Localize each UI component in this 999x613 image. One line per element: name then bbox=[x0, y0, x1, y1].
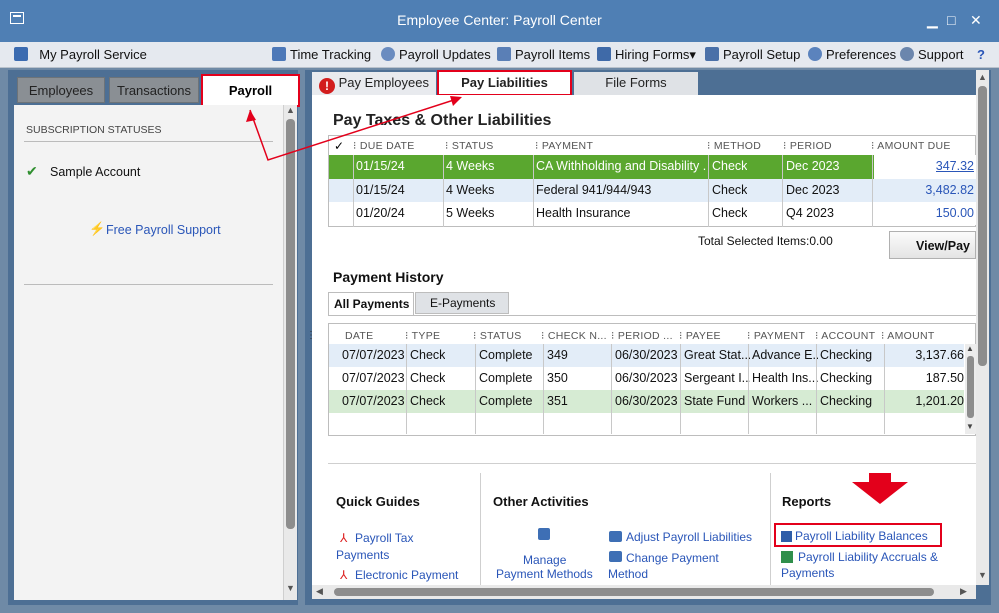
arrowhead-icon bbox=[450, 96, 462, 106]
annotation-arrow bbox=[249, 97, 461, 161]
arrowhead-icon bbox=[246, 110, 256, 122]
annotation-arrows bbox=[246, 96, 462, 161]
